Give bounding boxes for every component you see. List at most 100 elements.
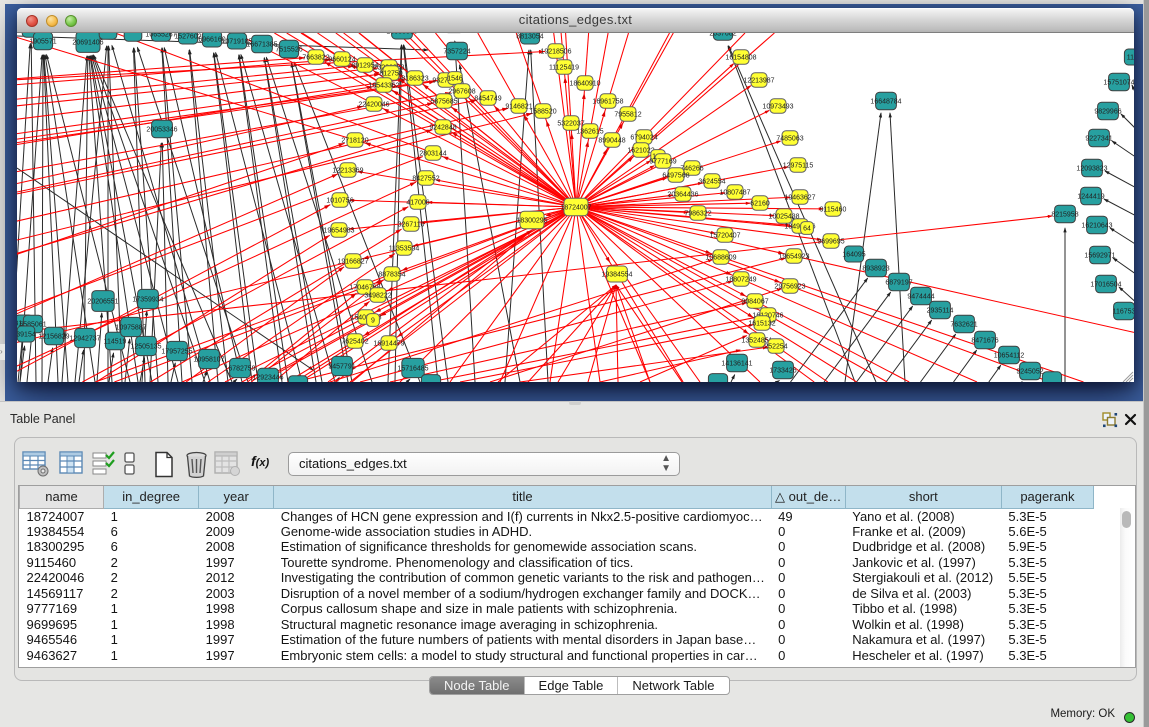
svg-text:7625402: 7625402	[341, 339, 368, 346]
svg-text:8938923: 8938923	[862, 266, 889, 273]
svg-text:3498222: 3498222	[364, 293, 391, 300]
svg-text:9115460: 9115460	[820, 207, 847, 214]
svg-text:12975115: 12975115	[783, 163, 814, 170]
svg-text:9457791: 9457791	[328, 364, 355, 371]
svg-text:9227341: 9227341	[1085, 136, 1112, 143]
svg-text:64: 64	[803, 226, 811, 233]
svg-text:8990448: 8990448	[598, 138, 625, 145]
svg-text:1010756: 1010756	[326, 198, 353, 205]
svg-text:6497568: 6497568	[662, 173, 689, 180]
svg-text:19218506: 19218506	[540, 49, 571, 56]
svg-text:9084067: 9084067	[741, 299, 768, 306]
svg-text:16210643: 16210643	[1081, 223, 1112, 230]
svg-text:16154808: 16154808	[725, 55, 756, 62]
svg-text:10958107: 10958107	[193, 357, 224, 364]
svg-text:12505135: 12505135	[130, 344, 161, 351]
svg-text:17957255: 17957255	[161, 349, 192, 356]
svg-text:1112: 1112	[1127, 55, 1134, 62]
svg-text:8813054: 8813054	[516, 34, 543, 41]
svg-text:12156829: 12156829	[38, 334, 69, 341]
svg-text:812750: 812750	[379, 71, 402, 78]
svg-text:2803144: 2803144	[419, 151, 446, 158]
svg-text:18724007: 18724007	[560, 205, 591, 212]
svg-text:17016504: 17016504	[1090, 282, 1121, 289]
svg-text:8471676: 8471676	[971, 338, 998, 345]
svg-text:8454749: 8454749	[474, 96, 501, 103]
svg-text:10688609: 10688609	[705, 255, 736, 262]
svg-text:29756923: 29756923	[774, 284, 805, 291]
svg-text:7357224: 7357224	[443, 49, 470, 56]
svg-text:9: 9	[371, 318, 375, 325]
svg-text:252254: 252254	[764, 344, 787, 351]
svg-text:16671385: 16671385	[246, 42, 277, 49]
svg-text:19166827: 19166827	[337, 259, 368, 266]
svg-text:20364436: 20364436	[667, 192, 698, 199]
svg-text:1244419: 1244419	[1077, 194, 1104, 201]
svg-text:3624554: 3624554	[698, 179, 725, 186]
svg-text:19654923: 19654923	[778, 254, 809, 261]
svg-text:19384554: 19384554	[601, 272, 632, 279]
svg-text:164095: 164095	[842, 252, 865, 259]
svg-text:2718120: 2718120	[341, 138, 368, 145]
svg-text:15716485: 15716485	[397, 366, 428, 373]
svg-text:5322037: 5322037	[557, 121, 584, 128]
svg-text:1905571: 1905571	[29, 39, 56, 46]
svg-text:62160: 62160	[750, 201, 770, 208]
svg-text:19463627: 19463627	[784, 195, 815, 202]
svg-text:39154: 39154	[17, 332, 36, 339]
svg-text:8427552: 8427552	[412, 176, 439, 183]
svg-text:2037682: 2037682	[709, 33, 736, 38]
svg-text:16782759: 16782759	[224, 366, 255, 373]
svg-text:15692971: 15692971	[1084, 253, 1115, 260]
svg-text:22420046: 22420046	[358, 102, 389, 109]
svg-text:16543362: 16543362	[368, 83, 399, 90]
svg-text:12942737: 12942737	[69, 336, 100, 343]
svg-text:11125419: 11125419	[549, 65, 579, 72]
svg-text:15751074: 15751074	[1103, 80, 1134, 87]
svg-text:2967608: 2967608	[448, 89, 475, 96]
svg-text:9474444: 9474444	[907, 294, 934, 301]
svg-text:20691406: 20691406	[72, 40, 103, 47]
svg-text:11353594: 11353594	[389, 246, 420, 253]
svg-text:8878354: 8878354	[378, 272, 405, 279]
svg-text:7632621: 7632621	[950, 322, 977, 329]
svg-text:9242848: 9242848	[429, 125, 456, 132]
svg-text:7515526: 7515526	[275, 47, 302, 54]
svg-text:6794024: 6794024	[630, 135, 657, 142]
svg-text:19654983: 19654983	[323, 228, 354, 235]
svg-text:7485063: 7485063	[776, 136, 803, 143]
svg-text:417006: 417006	[406, 200, 429, 207]
svg-text:1615132: 1615132	[748, 321, 775, 328]
svg-text:3267110: 3267110	[398, 222, 425, 229]
svg-text:10654112: 10654112	[994, 353, 1025, 360]
svg-text:116753: 116753	[1113, 309, 1134, 316]
svg-text:1733426: 1733426	[769, 368, 796, 375]
svg-text:9699695: 9699695	[817, 239, 844, 246]
svg-text:12213987: 12213987	[743, 78, 774, 85]
svg-text:9777169: 9777169	[649, 159, 676, 166]
svg-text:9245052: 9245052	[1016, 369, 1043, 376]
svg-text:20206551: 20206551	[87, 299, 118, 306]
svg-text:7663822: 7663822	[302, 55, 329, 62]
svg-text:114519: 114519	[104, 339, 127, 346]
svg-text:16033809: 16033809	[386, 33, 417, 36]
svg-text:5875685: 5875685	[430, 99, 457, 106]
svg-text:8186323: 8186323	[401, 76, 428, 83]
svg-text:10807487: 10807487	[719, 190, 750, 197]
svg-text:17359934: 17359934	[132, 297, 163, 304]
svg-text:18300295: 18300295	[516, 218, 547, 225]
svg-text:8215958: 8215958	[1051, 212, 1078, 219]
svg-text:18640910: 18640910	[569, 81, 600, 88]
svg-text:16961758: 16961758	[592, 99, 623, 106]
svg-text:16914479: 16914479	[373, 341, 404, 348]
svg-text:10655267: 10655267	[145, 33, 176, 39]
svg-text:12213369: 12213369	[332, 168, 363, 175]
svg-text:20053346: 20053346	[146, 127, 177, 134]
svg-text:2935114: 2935114	[927, 308, 954, 315]
svg-text:12923446: 12923446	[252, 375, 283, 382]
svg-text:12093823: 12093823	[1076, 166, 1107, 173]
svg-text:18807249: 18807249	[725, 277, 756, 284]
svg-text:10975887: 10975887	[115, 325, 146, 332]
svg-text:6879197: 6879197	[885, 280, 912, 287]
svg-text:7986322: 7986322	[684, 211, 711, 218]
